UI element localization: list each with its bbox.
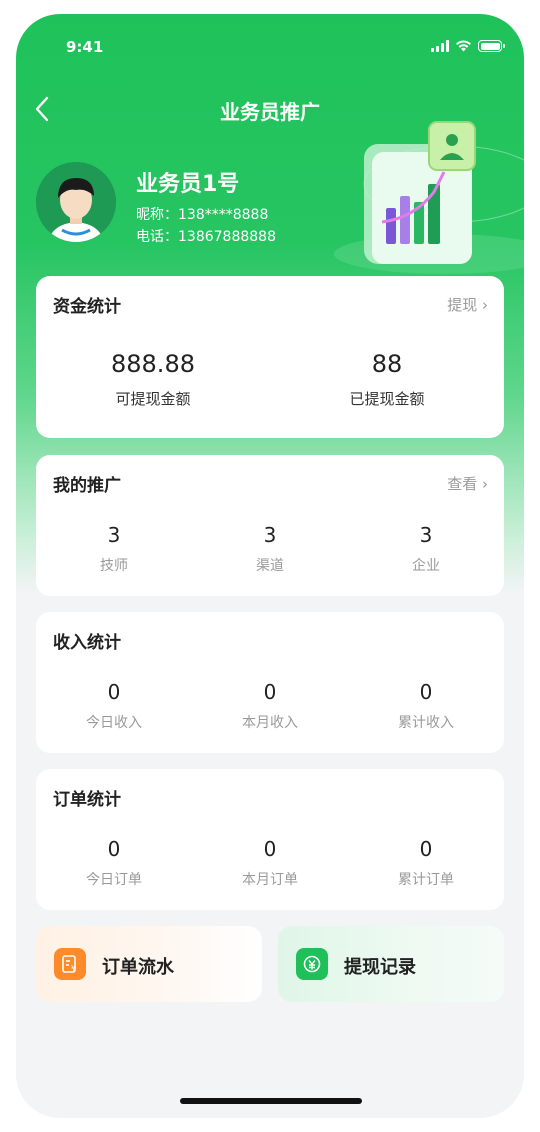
stat-value: 88 — [371, 350, 403, 378]
withdraw-records-label: 提现记录 — [344, 957, 416, 978]
cellular-signal-icon — [431, 40, 449, 52]
stat-value: 0 — [263, 837, 277, 861]
stat-label: 企业 — [412, 558, 440, 574]
agent-meta: 昵称：138****8888 电话：13867888888 — [136, 204, 276, 248]
fund-card-title: 资金统计 — [53, 297, 121, 317]
stat-label: 今日收入 — [86, 715, 142, 731]
avatar — [36, 162, 116, 242]
stat-withdrawn: 88 已提现金额 — [270, 350, 504, 409]
svg-text:¥: ¥ — [71, 964, 76, 973]
stat-value: 888.88 — [111, 350, 195, 378]
status-time: 9:41 — [66, 38, 104, 56]
home-indicator — [180, 1098, 362, 1104]
income-stats-card: 收入统计 0 今日收入 0 本月收入 0 累计收入 — [36, 612, 504, 753]
phone-screen: 9:41 业务员推广 业务员1号 昵称：138****8888 电话：13867… — [16, 14, 524, 1118]
withdraw-link[interactable]: 提现 › — [447, 294, 488, 315]
battery-icon — [478, 40, 505, 52]
stat-label: 累计收入 — [398, 715, 454, 731]
status-bar: 9:41 — [16, 14, 524, 78]
stat-withdrawable: 888.88 可提现金额 — [36, 350, 270, 409]
stat-value: 0 — [419, 837, 433, 861]
income-card-title: 收入统计 — [53, 633, 121, 653]
stat-orders-today: 0 今日订单 — [36, 837, 192, 889]
agent-name: 业务员1号 — [136, 172, 240, 197]
receipt-icon: ¥ — [54, 948, 86, 980]
stat-value: 0 — [263, 680, 277, 704]
stat-orders-total: 0 累计订单 — [348, 837, 504, 889]
profile-header: 业务员1号 昵称：138****8888 电话：13867888888 — [36, 162, 506, 262]
stat-label: 本月订单 — [242, 872, 298, 888]
agent-nickname: 昵称：138****8888 — [136, 207, 269, 223]
order-flow-button[interactable]: ¥ 订单流水 — [36, 926, 262, 1002]
stat-orders-month: 0 本月订单 — [192, 837, 348, 889]
stat-value: 0 — [107, 680, 121, 704]
order-stats-card: 订单统计 0 今日订单 0 本月订单 0 累计订单 — [36, 769, 504, 910]
stat-label: 可提现金额 — [115, 390, 191, 408]
stat-enterprises: 3 企业 — [348, 523, 504, 575]
stat-label: 累计订单 — [398, 872, 454, 888]
stat-technicians: 3 技师 — [36, 523, 192, 575]
chevron-right-icon: › — [482, 296, 488, 314]
stat-value: 3 — [419, 523, 433, 547]
wifi-icon — [456, 40, 471, 52]
stat-label: 技师 — [100, 558, 128, 574]
order-flow-label: 订单流水 — [102, 957, 174, 978]
stat-value: 3 — [107, 523, 121, 547]
promotion-stats-row: 3 技师 3 渠道 3 企业 — [36, 523, 504, 575]
order-card-title: 订单统计 — [53, 790, 121, 810]
income-stats-row: 0 今日收入 0 本月收入 0 累计收入 — [36, 680, 504, 732]
stat-label: 渠道 — [256, 558, 284, 574]
stat-value: 3 — [263, 523, 277, 547]
view-link-label: 查看 — [447, 475, 478, 493]
agent-phone: 电话：13867888888 — [136, 229, 276, 245]
stat-income-total: 0 累计收入 — [348, 680, 504, 732]
stat-label: 今日订单 — [86, 872, 142, 888]
stat-income-today: 0 今日收入 — [36, 680, 192, 732]
yuan-exchange-icon — [296, 948, 328, 980]
stat-label: 已提现金额 — [349, 390, 425, 408]
stat-value: 0 — [107, 837, 121, 861]
stat-income-month: 0 本月收入 — [192, 680, 348, 732]
status-icons — [431, 40, 505, 52]
stat-value: 0 — [419, 680, 433, 704]
view-link[interactable]: 查看 › — [447, 473, 488, 494]
promotion-card-title: 我的推广 — [53, 476, 121, 496]
fund-stats-card: 资金统计 提现 › 888.88 可提现金额 88 已提现金额 — [36, 276, 504, 438]
withdraw-link-label: 提现 — [447, 296, 478, 314]
withdraw-records-button[interactable]: 提现记录 — [278, 926, 504, 1002]
user-avatar-icon — [36, 162, 116, 242]
order-stats-row: 0 今日订单 0 本月订单 0 累计订单 — [36, 837, 504, 889]
stat-label: 本月收入 — [242, 715, 298, 731]
fund-stats-row: 888.88 可提现金额 88 已提现金额 — [36, 350, 504, 409]
chevron-right-icon: › — [482, 475, 488, 493]
promotion-card: 我的推广 查看 › 3 技师 3 渠道 3 企业 — [36, 455, 504, 596]
stat-channels: 3 渠道 — [192, 523, 348, 575]
